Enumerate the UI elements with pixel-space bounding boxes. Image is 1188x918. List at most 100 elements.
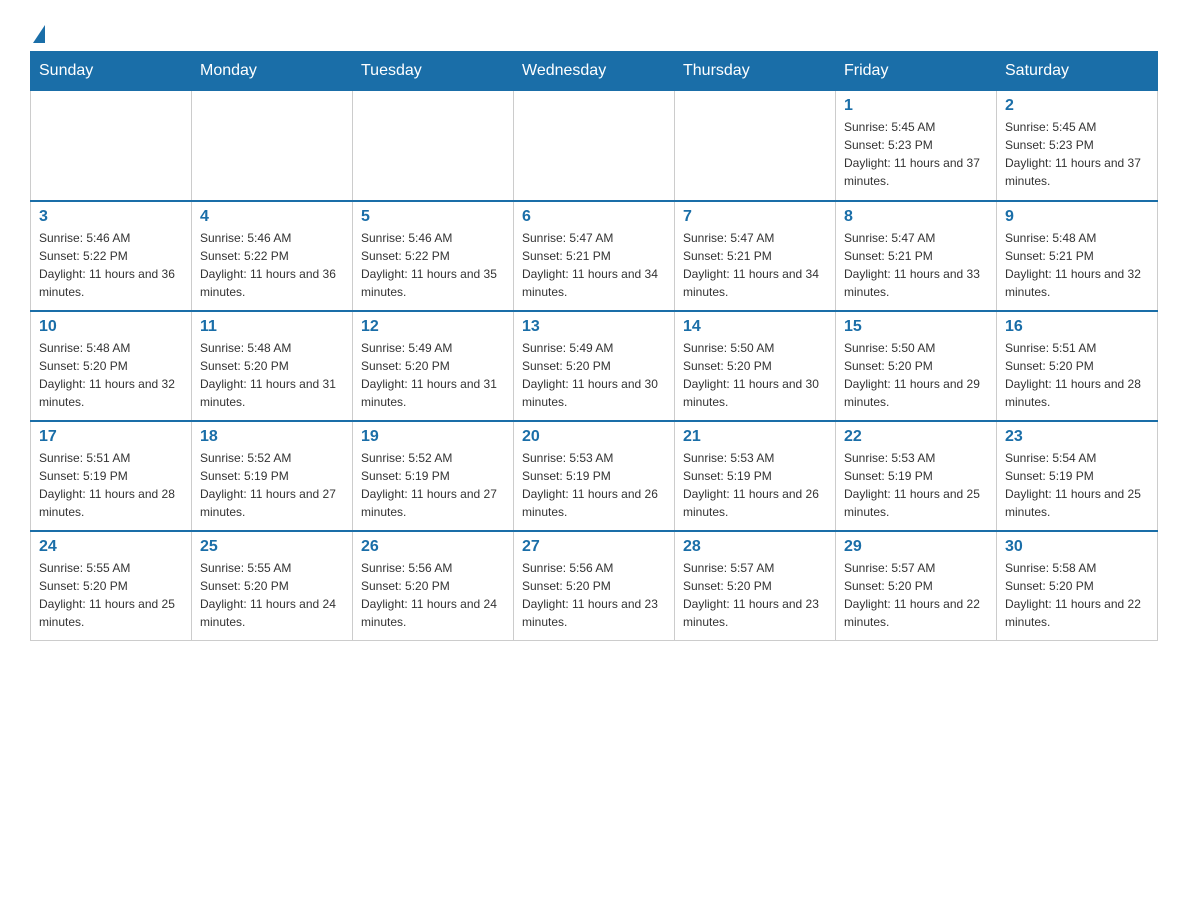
calendar-cell: 7 Sunrise: 5:47 AM Sunset: 5:21 PM Daylig…: [675, 201, 836, 311]
calendar-week-row: 17 Sunrise: 5:51 AM Sunset: 5:19 PM Dayli…: [31, 421, 1158, 531]
day-number: 13: [522, 318, 666, 336]
calendar-header-sunday: Sunday: [31, 52, 192, 91]
calendar-cell: [514, 91, 675, 201]
calendar-cell: 5 Sunrise: 5:46 AM Sunset: 5:22 PM Daylig…: [353, 201, 514, 311]
day-info: Sunrise: 5:47 AM Sunset: 5:21 PM Dayligh…: [683, 229, 827, 301]
calendar-week-row: 1 Sunrise: 5:45 AM Sunset: 5:23 PM Daylig…: [31, 91, 1158, 201]
day-info: Sunrise: 5:54 AM Sunset: 5:19 PM Dayligh…: [1005, 449, 1149, 521]
calendar-cell: 20 Sunrise: 5:53 AM Sunset: 5:19 PM Dayli…: [514, 421, 675, 531]
calendar-cell: 28 Sunrise: 5:57 AM Sunset: 5:20 PM Dayli…: [675, 531, 836, 641]
day-number: 22: [844, 428, 988, 446]
logo: [30, 20, 46, 41]
day-number: 17: [39, 428, 183, 446]
calendar-cell: [31, 91, 192, 201]
calendar-header-saturday: Saturday: [997, 52, 1158, 91]
calendar-cell: 10 Sunrise: 5:48 AM Sunset: 5:20 PM Dayli…: [31, 311, 192, 421]
calendar-cell: [192, 91, 353, 201]
day-info: Sunrise: 5:46 AM Sunset: 5:22 PM Dayligh…: [39, 229, 183, 301]
calendar-cell: 30 Sunrise: 5:58 AM Sunset: 5:20 PM Dayli…: [997, 531, 1158, 641]
calendar-cell: 27Sunrise: 5:56 AM Sunset: 5:20 PM Dayli…: [514, 531, 675, 641]
day-info: Sunrise: 5:58 AM Sunset: 5:20 PM Dayligh…: [1005, 559, 1149, 631]
day-number: 26: [361, 538, 505, 556]
calendar-cell: 16Sunrise: 5:51 AM Sunset: 5:20 PM Dayli…: [997, 311, 1158, 421]
day-info: Sunrise: 5:47 AM Sunset: 5:21 PM Dayligh…: [844, 229, 988, 301]
day-info: Sunrise: 5:46 AM Sunset: 5:22 PM Dayligh…: [200, 229, 344, 301]
day-number: 11: [200, 318, 344, 336]
day-info: Sunrise: 5:55 AM Sunset: 5:20 PM Dayligh…: [39, 559, 183, 631]
day-info: Sunrise: 5:56 AM Sunset: 5:20 PM Dayligh…: [522, 559, 666, 631]
calendar-cell: 26 Sunrise: 5:56 AM Sunset: 5:20 PM Dayli…: [353, 531, 514, 641]
day-number: 28: [683, 538, 827, 556]
day-number: 30: [1005, 538, 1149, 556]
day-info: Sunrise: 5:52 AM Sunset: 5:19 PM Dayligh…: [361, 449, 505, 521]
calendar-header-row: SundayMondayTuesdayWednesdayThursdayFrid…: [31, 52, 1158, 91]
day-number: 15: [844, 318, 988, 336]
day-number: 10: [39, 318, 183, 336]
day-number: 20: [522, 428, 666, 446]
day-info: Sunrise: 5:51 AM Sunset: 5:20 PM Dayligh…: [1005, 339, 1149, 411]
day-info: Sunrise: 5:51 AM Sunset: 5:19 PM Dayligh…: [39, 449, 183, 521]
calendar-cell: 15 Sunrise: 5:50 AM Sunset: 5:20 PM Dayli…: [836, 311, 997, 421]
calendar-week-row: 24 Sunrise: 5:55 AM Sunset: 5:20 PM Dayli…: [31, 531, 1158, 641]
calendar-header-thursday: Thursday: [675, 52, 836, 91]
day-info: Sunrise: 5:47 AM Sunset: 5:21 PM Dayligh…: [522, 229, 666, 301]
day-info: Sunrise: 5:48 AM Sunset: 5:20 PM Dayligh…: [200, 339, 344, 411]
day-number: 5: [361, 208, 505, 226]
day-number: 7: [683, 208, 827, 226]
calendar-cell: 19 Sunrise: 5:52 AM Sunset: 5:19 PM Dayli…: [353, 421, 514, 531]
calendar-cell: 29 Sunrise: 5:57 AM Sunset: 5:20 PM Dayli…: [836, 531, 997, 641]
day-number: 25: [200, 538, 344, 556]
day-number: 2: [1005, 97, 1149, 115]
day-info: Sunrise: 5:55 AM Sunset: 5:20 PM Dayligh…: [200, 559, 344, 631]
day-number: 14: [683, 318, 827, 336]
calendar-header-friday: Friday: [836, 52, 997, 91]
day-info: Sunrise: 5:53 AM Sunset: 5:19 PM Dayligh…: [683, 449, 827, 521]
calendar-cell: [353, 91, 514, 201]
calendar-cell: 14 Sunrise: 5:50 AM Sunset: 5:20 PM Dayli…: [675, 311, 836, 421]
calendar-cell: 11 Sunrise: 5:48 AM Sunset: 5:20 PM Dayli…: [192, 311, 353, 421]
day-number: 3: [39, 208, 183, 226]
day-info: Sunrise: 5:53 AM Sunset: 5:19 PM Dayligh…: [522, 449, 666, 521]
day-info: Sunrise: 5:50 AM Sunset: 5:20 PM Dayligh…: [844, 339, 988, 411]
calendar-cell: 2Sunrise: 5:45 AM Sunset: 5:23 PM Daylig…: [997, 91, 1158, 201]
day-info: Sunrise: 5:57 AM Sunset: 5:20 PM Dayligh…: [844, 559, 988, 631]
day-info: Sunrise: 5:50 AM Sunset: 5:20 PM Dayligh…: [683, 339, 827, 411]
day-number: 21: [683, 428, 827, 446]
calendar-cell: 9Sunrise: 5:48 AM Sunset: 5:21 PM Daylig…: [997, 201, 1158, 311]
calendar-week-row: 10 Sunrise: 5:48 AM Sunset: 5:20 PM Dayli…: [31, 311, 1158, 421]
day-info: Sunrise: 5:56 AM Sunset: 5:20 PM Dayligh…: [361, 559, 505, 631]
day-number: 4: [200, 208, 344, 226]
calendar-cell: 1 Sunrise: 5:45 AM Sunset: 5:23 PM Daylig…: [836, 91, 997, 201]
logo-triangle-icon: [33, 25, 45, 43]
day-number: 24: [39, 538, 183, 556]
day-number: 9: [1005, 208, 1149, 226]
page-header: [30, 20, 1158, 41]
calendar-cell: 17 Sunrise: 5:51 AM Sunset: 5:19 PM Dayli…: [31, 421, 192, 531]
calendar-header-monday: Monday: [192, 52, 353, 91]
calendar-cell: 24 Sunrise: 5:55 AM Sunset: 5:20 PM Dayli…: [31, 531, 192, 641]
day-number: 6: [522, 208, 666, 226]
calendar-cell: 4 Sunrise: 5:46 AM Sunset: 5:22 PM Daylig…: [192, 201, 353, 311]
calendar-header-wednesday: Wednesday: [514, 52, 675, 91]
calendar-table: SundayMondayTuesdayWednesdayThursdayFrid…: [30, 51, 1158, 641]
day-number: 1: [844, 97, 988, 115]
day-number: 8: [844, 208, 988, 226]
calendar-cell: 6 Sunrise: 5:47 AM Sunset: 5:21 PM Daylig…: [514, 201, 675, 311]
calendar-cell: 12Sunrise: 5:49 AM Sunset: 5:20 PM Dayli…: [353, 311, 514, 421]
calendar-cell: 13Sunrise: 5:49 AM Sunset: 5:20 PM Dayli…: [514, 311, 675, 421]
day-info: Sunrise: 5:53 AM Sunset: 5:19 PM Dayligh…: [844, 449, 988, 521]
day-info: Sunrise: 5:48 AM Sunset: 5:20 PM Dayligh…: [39, 339, 183, 411]
calendar-cell: 25 Sunrise: 5:55 AM Sunset: 5:20 PM Dayli…: [192, 531, 353, 641]
day-number: 23: [1005, 428, 1149, 446]
day-number: 19: [361, 428, 505, 446]
calendar-cell: 23 Sunrise: 5:54 AM Sunset: 5:19 PM Dayli…: [997, 421, 1158, 531]
day-number: 29: [844, 538, 988, 556]
day-info: Sunrise: 5:52 AM Sunset: 5:19 PM Dayligh…: [200, 449, 344, 521]
day-info: Sunrise: 5:49 AM Sunset: 5:20 PM Dayligh…: [361, 339, 505, 411]
calendar-cell: 21 Sunrise: 5:53 AM Sunset: 5:19 PM Dayli…: [675, 421, 836, 531]
calendar-header-tuesday: Tuesday: [353, 52, 514, 91]
day-info: Sunrise: 5:45 AM Sunset: 5:23 PM Dayligh…: [844, 118, 988, 190]
calendar-week-row: 3 Sunrise: 5:46 AM Sunset: 5:22 PM Daylig…: [31, 201, 1158, 311]
day-info: Sunrise: 5:46 AM Sunset: 5:22 PM Dayligh…: [361, 229, 505, 301]
day-info: Sunrise: 5:57 AM Sunset: 5:20 PM Dayligh…: [683, 559, 827, 631]
